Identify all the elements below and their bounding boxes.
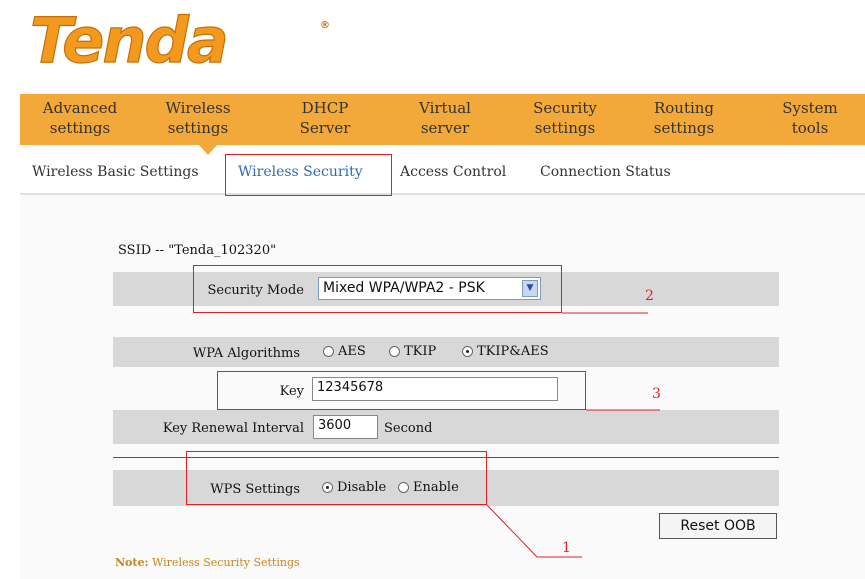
annotation-number-1: 1 [562,540,571,556]
annotation-number-3: 3 [652,386,661,402]
annotation-leader-lines [486,312,660,558]
annotation-number-2: 2 [645,288,654,304]
